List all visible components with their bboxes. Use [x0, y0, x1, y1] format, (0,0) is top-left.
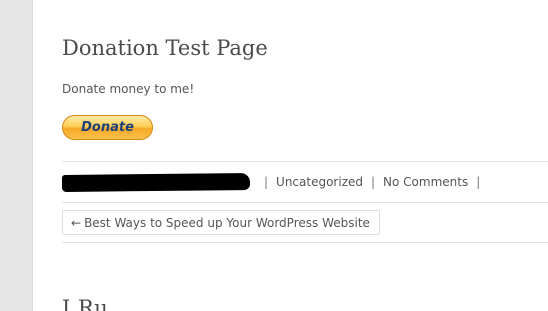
redacted-author-date — [61, 172, 251, 192]
post-meta: | Uncategorized | No Comments | — [61, 172, 488, 192]
main-content: Donation Test Page Donate money to me! D… — [32, 0, 548, 311]
donate-button[interactable]: Donate — [62, 115, 153, 140]
meta-separator: | — [371, 175, 376, 189]
page-title: Donation Test Page — [62, 36, 268, 60]
divider — [62, 161, 548, 162]
page-background: Donation Test Page Donate money to me! D… — [0, 0, 548, 311]
meta-separator: | — [264, 175, 269, 189]
divider — [62, 242, 548, 243]
comments-link[interactable]: No Comments — [383, 175, 468, 189]
post-body: Donate money to me! — [62, 82, 195, 96]
previous-post-link[interactable]: ← Best Ways to Speed up Your WordPress W… — [62, 210, 380, 235]
category-link[interactable]: Uncategorized — [276, 175, 363, 189]
next-post-title[interactable]: I Ru — [62, 296, 108, 311]
donate-button-label: Donate — [81, 120, 134, 135]
divider — [62, 202, 548, 203]
left-arrow-icon: ← — [71, 215, 82, 230]
previous-post-title: Best Ways to Speed up Your WordPress Web… — [84, 215, 370, 230]
meta-separator: | — [476, 175, 481, 189]
